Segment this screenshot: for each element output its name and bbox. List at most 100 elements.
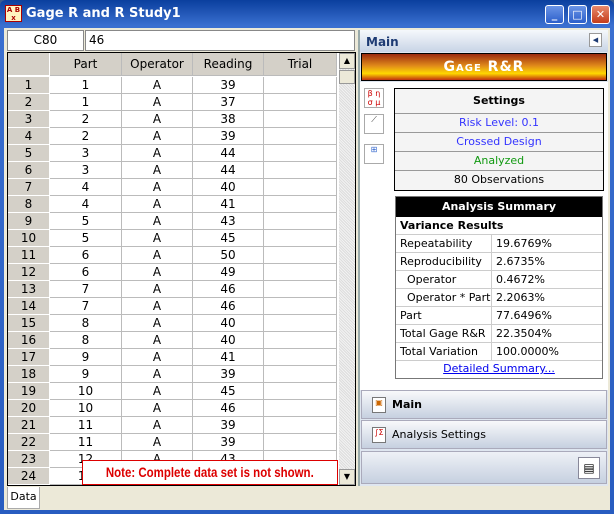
- cell[interactable]: A: [122, 332, 193, 349]
- row-header[interactable]: 15: [8, 315, 50, 332]
- cell[interactable]: A: [122, 94, 193, 111]
- column-header[interactable]: Trial: [264, 53, 337, 76]
- cell[interactable]: A: [122, 213, 193, 230]
- cell[interactable]: 41: [193, 196, 264, 213]
- row-header[interactable]: 23: [8, 451, 50, 468]
- row-header[interactable]: 1: [8, 77, 50, 94]
- column-header[interactable]: Part: [50, 53, 122, 76]
- cell[interactable]: 7: [50, 298, 122, 315]
- row-header[interactable]: 11: [8, 247, 50, 264]
- cell[interactable]: A: [122, 230, 193, 247]
- cell[interactable]: A: [122, 417, 193, 434]
- collapse-panel-button[interactable]: ◀: [589, 33, 602, 47]
- cell[interactable]: 46: [193, 400, 264, 417]
- cell[interactable]: A: [122, 383, 193, 400]
- cell[interactable]: A: [122, 128, 193, 145]
- cell[interactable]: 39: [193, 128, 264, 145]
- row-header[interactable]: 7: [8, 179, 50, 196]
- row-header[interactable]: 8: [8, 196, 50, 213]
- cell-reference[interactable]: C80: [7, 30, 84, 51]
- cell[interactable]: 46: [193, 281, 264, 298]
- cell[interactable]: [264, 94, 337, 111]
- cell[interactable]: 50: [193, 247, 264, 264]
- column-header[interactable]: Operator: [122, 53, 193, 76]
- cell[interactable]: A: [122, 247, 193, 264]
- cell[interactable]: 40: [193, 315, 264, 332]
- cell[interactable]: 5: [50, 213, 122, 230]
- cell[interactable]: [264, 230, 337, 247]
- row-header[interactable]: 18: [8, 366, 50, 383]
- cell[interactable]: 8: [50, 332, 122, 349]
- cell[interactable]: 10: [50, 383, 122, 400]
- cell[interactable]: 3: [50, 145, 122, 162]
- cell[interactable]: 45: [193, 383, 264, 400]
- cell[interactable]: 44: [193, 145, 264, 162]
- cell[interactable]: 38: [193, 111, 264, 128]
- cell[interactable]: [264, 315, 337, 332]
- cell[interactable]: [264, 366, 337, 383]
- cell[interactable]: A: [122, 196, 193, 213]
- cell[interactable]: 39: [193, 434, 264, 451]
- cell[interactable]: 1: [50, 94, 122, 111]
- cell[interactable]: A: [122, 366, 193, 383]
- cell[interactable]: A: [122, 349, 193, 366]
- cell[interactable]: [264, 77, 337, 94]
- cell[interactable]: A: [122, 434, 193, 451]
- design-link[interactable]: Crossed Design: [395, 133, 603, 152]
- cell[interactable]: 45: [193, 230, 264, 247]
- row-header[interactable]: 9: [8, 213, 50, 230]
- analysis-icon[interactable]: ⊞: [364, 144, 384, 164]
- cell[interactable]: [264, 400, 337, 417]
- cell[interactable]: [264, 213, 337, 230]
- row-header[interactable]: 19: [8, 383, 50, 400]
- row-header[interactable]: 2: [8, 94, 50, 111]
- row-header[interactable]: 20: [8, 400, 50, 417]
- cell[interactable]: A: [122, 179, 193, 196]
- cell[interactable]: 44: [193, 162, 264, 179]
- cell[interactable]: 4: [50, 179, 122, 196]
- plot-icon[interactable]: ⟋: [364, 114, 384, 134]
- scroll-thumb[interactable]: [339, 70, 355, 84]
- cell[interactable]: [264, 128, 337, 145]
- panel-layout-button[interactable]: ▤: [578, 457, 600, 479]
- maximize-button[interactable]: □: [568, 5, 587, 24]
- detailed-summary-link[interactable]: Detailed Summary...: [396, 361, 602, 378]
- cell[interactable]: 2: [50, 128, 122, 145]
- row-header[interactable]: 10: [8, 230, 50, 247]
- cell[interactable]: [264, 383, 337, 400]
- row-header[interactable]: 21: [8, 417, 50, 434]
- cell[interactable]: [264, 332, 337, 349]
- row-header[interactable]: 5: [8, 145, 50, 162]
- cell[interactable]: A: [122, 162, 193, 179]
- nav-analysis-settings-button[interactable]: ∫Σ Analysis Settings: [361, 420, 607, 449]
- cell[interactable]: A: [122, 400, 193, 417]
- close-button[interactable]: ✕: [591, 5, 610, 24]
- cell[interactable]: 11: [50, 417, 122, 434]
- column-header[interactable]: Reading: [193, 53, 264, 76]
- row-header[interactable]: 24: [8, 468, 50, 485]
- cell[interactable]: [264, 111, 337, 128]
- cell[interactable]: A: [122, 315, 193, 332]
- vertical-scrollbar[interactable]: ▲ ▼: [339, 53, 355, 485]
- risk-level-link[interactable]: Risk Level: 0.1: [395, 114, 603, 133]
- row-header[interactable]: 13: [8, 281, 50, 298]
- cell[interactable]: 3: [50, 162, 122, 179]
- cell[interactable]: [264, 417, 337, 434]
- row-header[interactable]: 14: [8, 298, 50, 315]
- cell[interactable]: [264, 281, 337, 298]
- cell[interactable]: 40: [193, 179, 264, 196]
- cell[interactable]: A: [122, 111, 193, 128]
- tab-data[interactable]: Data: [7, 487, 40, 509]
- cell[interactable]: 4: [50, 196, 122, 213]
- cell[interactable]: 8: [50, 315, 122, 332]
- cell[interactable]: 7: [50, 281, 122, 298]
- cell[interactable]: [264, 349, 337, 366]
- cell[interactable]: 9: [50, 366, 122, 383]
- row-header[interactable]: 4: [8, 128, 50, 145]
- parameters-icon[interactable]: β ησ μ: [364, 88, 384, 108]
- cell[interactable]: [264, 162, 337, 179]
- cell[interactable]: A: [122, 298, 193, 315]
- cell[interactable]: 43: [193, 213, 264, 230]
- cell-value-input[interactable]: 46: [85, 30, 355, 51]
- cell[interactable]: [264, 145, 337, 162]
